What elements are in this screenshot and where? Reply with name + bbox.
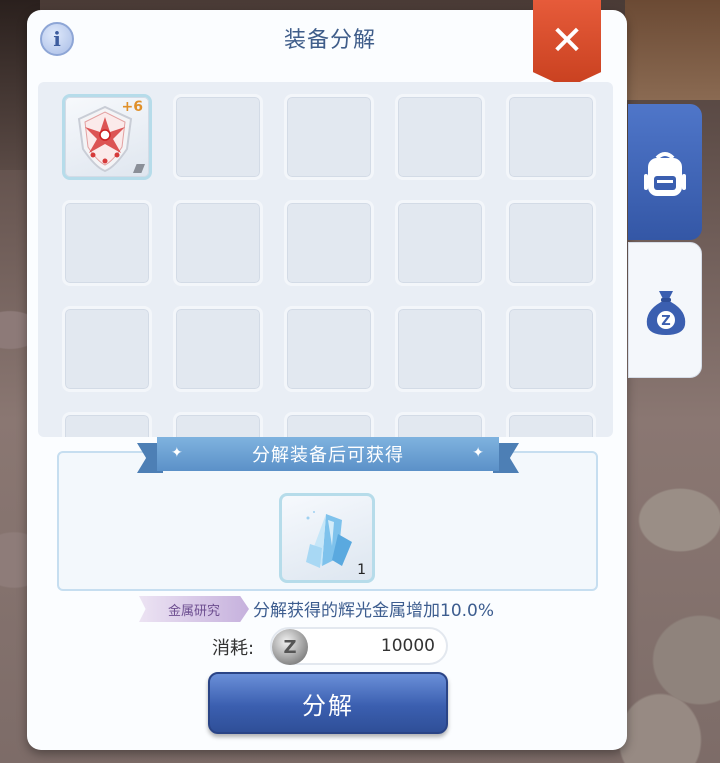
info-button[interactable]: i [40,22,74,56]
refine-level: +6 [121,99,143,115]
zeny-bag-icon: Z [646,291,686,335]
background-right [625,0,720,100]
equipment-slot[interactable] [284,94,374,180]
equipment-slot[interactable] [173,306,263,392]
reward-item-slot[interactable]: 1 [279,493,375,583]
equipment-slot[interactable] [284,412,374,437]
equipment-slot[interactable] [62,200,152,286]
reward-header-text: 分解装备后可获得 [252,445,404,466]
backpack-icon [644,152,686,196]
equipment-slot[interactable] [62,306,152,392]
equipment-slot[interactable] [506,94,596,180]
tab-zeny[interactable]: Z [628,242,702,378]
decompose-button-label: 分解 [302,691,354,720]
reward-ribbon: ✦ 分解装备后可获得 ✦ [137,437,519,475]
bonus-text: 分解获得的辉光金属增加10.0% [253,601,495,621]
sparkle-icon: ✦ [472,445,485,461]
svg-text:Z: Z [661,314,670,329]
equipment-slot[interactable] [284,200,374,286]
equipment-slot[interactable] [506,412,596,437]
equipment-slot-filled[interactable]: +6 [62,94,152,180]
equipment-slot[interactable] [395,412,485,437]
cost-value: 10000 [380,636,435,656]
close-icon: ✕ [550,18,584,64]
equipment-slot[interactable] [62,412,152,437]
zeny-coin-icon: Z [272,629,308,665]
reward-item-count: 1 [357,562,366,578]
cost-label: 消耗: [212,638,255,659]
equipment-slot[interactable] [173,412,263,437]
close-button[interactable]: ✕ [533,0,601,88]
window-title: 装备分解 [283,28,376,53]
equipment-slot[interactable] [506,306,596,392]
equipment-slot[interactable] [506,200,596,286]
equipment-slot[interactable] [395,94,485,180]
info-icon: i [53,27,61,51]
equipment-slot[interactable] [395,200,485,286]
tab-backpack[interactable] [628,104,702,240]
research-tag: 金属研究 [139,596,249,622]
reward-header: ✦ 分解装备后可获得 ✦ [157,437,499,471]
equipment-slot[interactable] [173,94,263,180]
sparkle-icon: ✦ [171,445,184,461]
equipment-slot[interactable] [173,200,263,286]
decompose-button[interactable]: 分解 [208,672,448,734]
equipment-slot[interactable] [284,306,374,392]
equipment-slot[interactable] [395,306,485,392]
equipment-grid: +6 [38,82,613,437]
